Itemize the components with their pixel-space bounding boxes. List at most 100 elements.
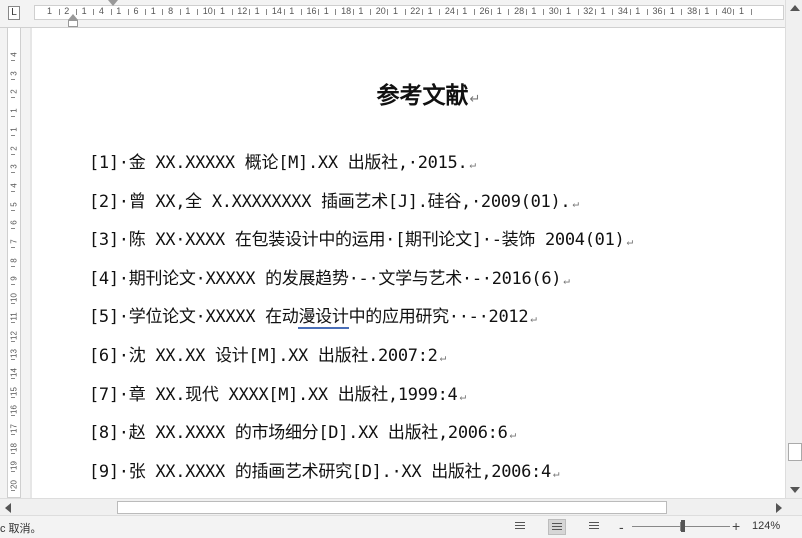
scroll-down-arrow-icon[interactable] — [790, 487, 800, 493]
scroll-up-arrow-icon[interactable] — [790, 5, 800, 11]
reference-text: [2]·曾 XX,全 X.XXXXXXXX 插画艺术[J].硅谷,·2009(0… — [89, 191, 571, 212]
read-mode-icon[interactable] — [512, 519, 528, 533]
horizontal-scroll-thumb[interactable] — [117, 501, 667, 514]
reference-text: [9]·张 XX.XXXX 的插画艺术研究[D].·XX 出版社,2006:4 — [89, 461, 551, 482]
scroll-left-arrow-icon[interactable] — [5, 503, 11, 513]
paragraph-mark: ↵ — [626, 235, 633, 249]
reference-item: [1]·金 XX.XXXXX 概论[M].XX 出版社,·2015. ↵ — [89, 148, 633, 187]
zoom-in-button[interactable]: + — [732, 518, 740, 534]
reference-item: [6]·沈 XX.XX 设计[M].XX 出版社.2007:2 ↵ — [89, 341, 633, 380]
ruler-number: 18 — [9, 442, 19, 452]
first-line-indent-marker[interactable] — [108, 0, 118, 6]
vertical-ruler[interactable]: 4321123456789101112131415161718192021 — [0, 28, 30, 510]
ruler-number: 30 — [548, 6, 559, 16]
ruler-number: 15 — [9, 386, 19, 396]
ruler-number: 16 — [306, 6, 317, 16]
ruler-number: 1 — [185, 6, 191, 16]
web-layout-icon[interactable] — [586, 519, 602, 533]
ruler-tick — [197, 9, 199, 15]
print-layout-icon[interactable] — [548, 519, 566, 535]
paragraph-mark: ↵ — [509, 428, 517, 442]
ruler-number: 8 — [168, 6, 174, 16]
grammar-flagged-text[interactable]: 漫设计 — [298, 307, 349, 330]
paragraph-mark: ↵ — [469, 92, 481, 107]
zoom-slider-thumb[interactable] — [681, 520, 685, 532]
horizontal-scrollbar[interactable] — [0, 498, 802, 516]
ruler-tick — [266, 9, 268, 15]
ruler-number: 13 — [9, 349, 19, 359]
ruler-number: 1 — [81, 6, 87, 16]
document-title: 参考文献↵ — [32, 76, 785, 110]
ruler-tick — [11, 377, 15, 379]
ruler-number: 14 — [9, 367, 19, 377]
ruler-tick — [11, 153, 15, 155]
reference-text: [8]·赵 XX.XXXX 的市场细分[D].XX 出版社,2006:6 — [89, 423, 508, 444]
ruler-tick — [300, 9, 302, 15]
zoom-out-button[interactable]: - — [619, 519, 624, 535]
ruler-number: 9 — [9, 276, 19, 282]
ruler-number: 6 — [133, 6, 139, 16]
document-area[interactable]: 参考文献↵ [1]·金 XX.XXXXX 概论[M].XX 出版社,·2015.… — [30, 28, 785, 498]
ruler-number: 1 — [531, 6, 537, 16]
ruler-number: 1 — [704, 6, 710, 16]
reference-item: [5]·学位论文·XXXXX 在动漫设计中的应用研究··-·2012 ↵ — [89, 302, 633, 341]
ruler-number: 36 — [652, 6, 663, 16]
ruler-tick — [318, 9, 320, 15]
ruler-tick — [594, 9, 596, 15]
paragraph-mark: ↵ — [530, 312, 537, 326]
ruler-tick — [162, 9, 164, 15]
ruler-tick — [214, 9, 216, 15]
ruler-tick — [11, 97, 15, 99]
ruler-tick — [11, 209, 15, 211]
ruler-tick — [11, 190, 15, 192]
hanging-indent-marker[interactable] — [68, 14, 78, 27]
ruler-number: 3 — [9, 164, 19, 169]
ruler-number: 1 — [9, 108, 19, 113]
reference-text: [1]·金 XX.XXXXX 概论[M].XX 出版社,·2015. — [89, 153, 468, 173]
scroll-right-arrow-icon[interactable] — [776, 503, 782, 513]
ruler-number: 7 — [9, 239, 19, 244]
zoom-level[interactable]: 124% — [752, 520, 780, 532]
ruler-tick — [421, 9, 423, 15]
ruler-tick — [612, 9, 614, 15]
reference-item: [8]·赵 XX.XXXX 的市场细分[D].XX 出版社,2006:6 ↵ — [89, 418, 633, 457]
ruler-tick — [646, 9, 648, 15]
ruler-tick — [248, 9, 250, 15]
ruler-number: 12 — [9, 330, 19, 340]
document-page[interactable]: 参考文献↵ [1]·金 XX.XXXXX 概论[M].XX 出版社,·2015.… — [32, 28, 785, 498]
reference-text: [4]·期刊论文·XXXXX 的发展趋势·-·文学与艺术·-·2016(6) — [89, 268, 562, 289]
ruler-tick — [352, 9, 354, 15]
ruler-tick — [629, 9, 631, 15]
ruler-number: 1 — [427, 6, 433, 16]
ruler-number: 19 — [9, 461, 19, 471]
status-message: c 取消。 — [0, 523, 42, 535]
horizontal-ruler[interactable]: 1 2 1 4 1 6 1 8 1 10 1 12 1 14 1 16 1 18 1 20 1 22 1 24 1 26 1 28 1 3… — [30, 0, 790, 28]
ruler-tick — [681, 9, 683, 15]
tab-selector[interactable]: L — [0, 0, 30, 28]
ruler-number: 1 — [739, 6, 745, 16]
ruler-tick — [11, 396, 15, 398]
paragraph-mark: ↵ — [439, 350, 447, 364]
ruler-tick — [404, 9, 406, 15]
ruler-tick — [231, 9, 233, 15]
ruler-number: 40 — [721, 6, 732, 16]
paragraph-mark: ↵ — [563, 273, 570, 287]
ruler-number: 38 — [687, 6, 698, 16]
reference-text: [7]·章 XX.现代 XXXX[M].XX 出版社,1999:4 — [89, 384, 458, 405]
ruler-tick — [11, 415, 15, 417]
ruler-number: 1 — [254, 6, 260, 16]
ruler-number: 22 — [410, 6, 421, 16]
ruler-number: 16 — [9, 405, 19, 415]
vertical-scroll-thumb[interactable] — [788, 443, 802, 461]
reference-text-end: 中的应用研究··-·2012 — [348, 307, 529, 328]
ruler-tick — [733, 9, 735, 15]
ruler-number: 20 — [9, 480, 19, 490]
paragraph-mark: ↵ — [552, 466, 560, 480]
ruler-number: 1 — [150, 6, 156, 16]
ruler-number: 1 — [635, 6, 641, 16]
ruler-number: 4 — [9, 52, 19, 57]
ruler-tick — [58, 9, 60, 15]
ruler-tick — [716, 9, 718, 15]
ruler-number: 1 — [9, 127, 19, 132]
vertical-scrollbar[interactable] — [785, 0, 802, 498]
